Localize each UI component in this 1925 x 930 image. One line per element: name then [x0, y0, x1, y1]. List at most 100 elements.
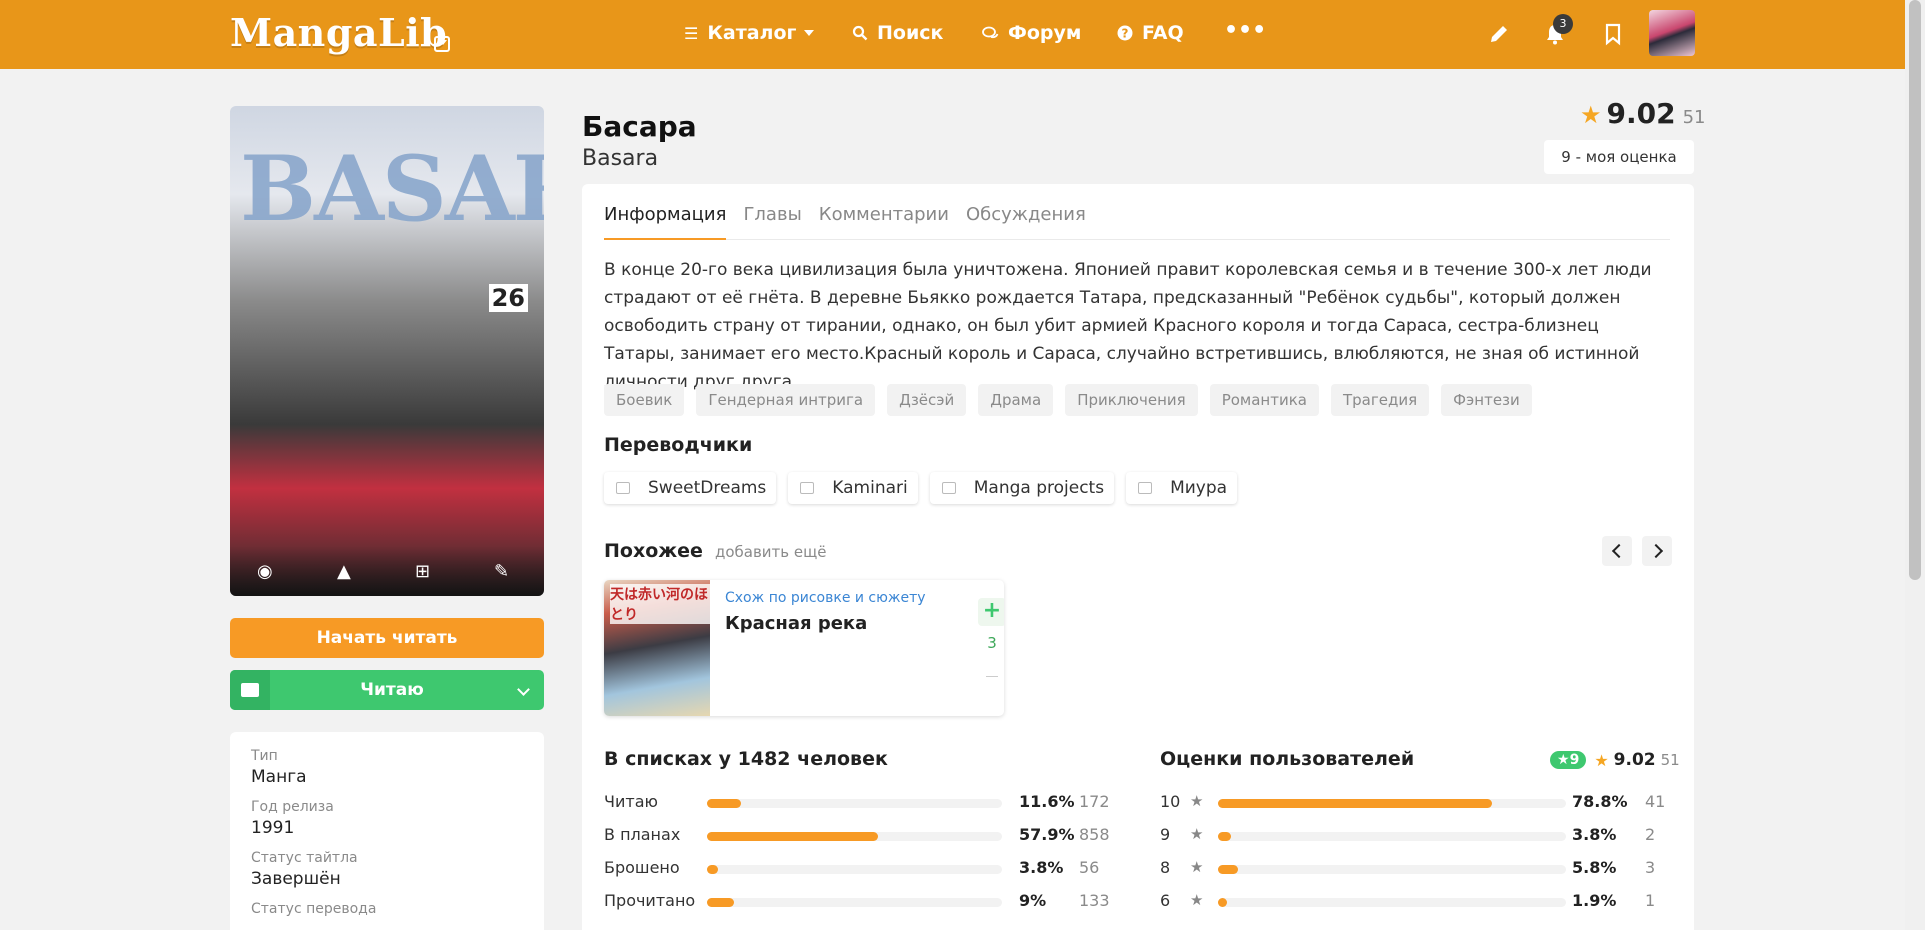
progress-fill	[1218, 832, 1232, 841]
similar-cover: 天は赤い河のほとり	[604, 580, 710, 716]
rating-stat-row: 9 ★ 3.8% 2	[1160, 825, 1670, 845]
similar-card[interactable]: 天は赤い河のほとり Схож по рисовке и сюжету Красн…	[604, 580, 1004, 716]
cover-volume-number: 26	[488, 284, 528, 312]
logo-dropdown-icon[interactable]	[434, 36, 450, 52]
rating-score: 6	[1160, 891, 1171, 910]
progress-track	[1218, 865, 1566, 874]
translator-item[interactable]: Миура	[1126, 472, 1238, 504]
translators-title: Переводчики	[604, 434, 753, 456]
rating-count: 3	[1645, 858, 1656, 877]
list-stat-row: Читаю 11.6% 172	[604, 792, 1110, 812]
menu-icon: ☰	[684, 23, 699, 43]
genre-tag[interactable]: Гендерная интрига	[696, 384, 876, 416]
cover-title-art: BASARA	[240, 136, 544, 242]
translation-status-label: Статус перевода	[251, 901, 377, 917]
user-ratings-title: Оценки пользователей	[1160, 748, 1415, 770]
progress-track	[707, 865, 1002, 874]
year-value[interactable]: 1991	[251, 818, 523, 838]
list-stat-count: 133	[1079, 891, 1110, 910]
genre-tag[interactable]: Дзёсэй	[887, 384, 967, 416]
more-menu-icon[interactable]: •••	[1224, 18, 1266, 43]
edit-icon[interactable]: ✎	[494, 561, 509, 582]
list-stat-row: Прочитано 9% 133	[604, 891, 1110, 911]
tab-bar: Информация Главы Комментарии Обсуждения	[604, 204, 1670, 240]
rating-count: 41	[1645, 792, 1666, 811]
next-arrow-button[interactable]	[1642, 536, 1672, 566]
genre-tag[interactable]: Фэнтези	[1441, 384, 1532, 416]
tab-chapters[interactable]: Главы	[743, 204, 801, 240]
list-stat-row: В планах 57.9% 858	[604, 825, 1110, 845]
similar-reason: Схож по рисовке и сюжету	[725, 590, 926, 606]
user-avatar[interactable]	[1649, 10, 1695, 56]
nav-catalog[interactable]: ☰ Каталог	[684, 22, 815, 44]
reading-status-dropdown[interactable]: Читаю	[230, 670, 544, 710]
star-icon: ★	[1580, 101, 1602, 129]
rating-stat-row: 6 ★ 1.9% 1	[1160, 891, 1670, 911]
list-stat-row: Брошено 3.8% 56	[604, 858, 1104, 878]
genre-tag[interactable]: Боевик	[604, 384, 685, 416]
progress-fill	[1218, 865, 1239, 874]
nav-forum[interactable]: Форум	[982, 22, 1081, 44]
lists-title: В списках у 1482 человек	[604, 748, 888, 770]
similar-name[interactable]: Красная река	[725, 613, 867, 634]
nav-catalog-label: Каталог	[707, 22, 797, 44]
similar-header: Похожее добавить ещё	[604, 540, 826, 562]
tab-discussions[interactable]: Обсуждения	[966, 204, 1086, 240]
progress-track	[707, 832, 1002, 841]
page-subtitle: Basara	[582, 146, 659, 171]
progress-track	[1218, 799, 1566, 808]
list-stat-label: Брошено	[604, 858, 680, 877]
type-label: Тип	[251, 748, 278, 764]
translator-name: Миура	[1170, 478, 1228, 498]
bookmark-icon[interactable]	[1601, 22, 1625, 46]
list-stat-percent: 9%	[1019, 891, 1047, 910]
status-label: Статус тайтла	[251, 850, 358, 866]
year-label: Год релиза	[251, 799, 334, 815]
genre-tag[interactable]: Трагедия	[1330, 384, 1430, 416]
progress-fill	[1218, 799, 1493, 808]
type-value[interactable]: Манга	[251, 767, 523, 787]
rating-percent: 78.8%	[1572, 792, 1628, 811]
warning-icon[interactable]: ▲	[337, 561, 351, 582]
genre-tag[interactable]: Драма	[978, 384, 1054, 416]
main-card: Информация Главы Комментарии Обсуждения …	[582, 184, 1694, 930]
add-similar-link[interactable]: добавить ещё	[715, 543, 827, 561]
progress-track	[707, 898, 1002, 907]
translator-item[interactable]: SweetDreams	[604, 472, 777, 504]
genre-tag[interactable]: Романтика	[1209, 384, 1319, 416]
reading-status-label: Читаю	[360, 680, 424, 700]
similar-cover-text: 天は赤い河のほとり	[610, 584, 710, 624]
notification-badge: 3	[1553, 14, 1573, 34]
nav-forum-label: Форум	[1008, 22, 1082, 44]
prev-arrow-button[interactable]	[1602, 536, 1632, 566]
manga-cover: BASARA 26 ◉ ▲ ⊞ ✎	[230, 106, 544, 596]
status-value[interactable]: Завершён	[251, 869, 523, 889]
translator-item[interactable]: Kaminari	[788, 472, 918, 504]
tab-info[interactable]: Информация	[604, 204, 727, 240]
start-reading-button[interactable]: Начать читать	[230, 618, 544, 658]
rss-icon[interactable]: ◉	[257, 561, 273, 582]
tab-comments[interactable]: Комментарии	[819, 204, 949, 240]
nav-search[interactable]: Поиск	[852, 22, 943, 44]
scrollbar[interactable]	[1905, 0, 1925, 930]
upvote-button[interactable]: +	[978, 598, 1004, 626]
my-rating-button[interactable]: 9 - моя оценка	[1544, 140, 1694, 174]
ratings-count: 51	[1660, 751, 1680, 769]
pencil-icon[interactable]	[1487, 22, 1511, 46]
nav-search-label: Поиск	[877, 22, 944, 44]
star-icon: ★	[1190, 792, 1204, 810]
nav-faq[interactable]: ? FAQ	[1117, 22, 1184, 44]
downvote-button[interactable]	[986, 676, 998, 677]
description: В конце 20-го века цивилизация была унич…	[604, 260, 1652, 392]
translator-item[interactable]: Manga projects	[929, 472, 1115, 504]
list-stat-percent: 11.6%	[1019, 792, 1075, 811]
rating-count: 51	[1682, 107, 1706, 128]
question-icon: ?	[1117, 25, 1133, 41]
image-icon	[941, 482, 956, 494]
site-logo[interactable]: MangaLib	[230, 10, 447, 55]
add-icon[interactable]: ⊞	[415, 561, 430, 582]
rating-score: 8	[1160, 858, 1171, 877]
scrollbar-thumb[interactable]	[1909, 0, 1921, 580]
genre-tag[interactable]: Приключения	[1065, 384, 1198, 416]
rating-count: 1	[1645, 891, 1656, 910]
